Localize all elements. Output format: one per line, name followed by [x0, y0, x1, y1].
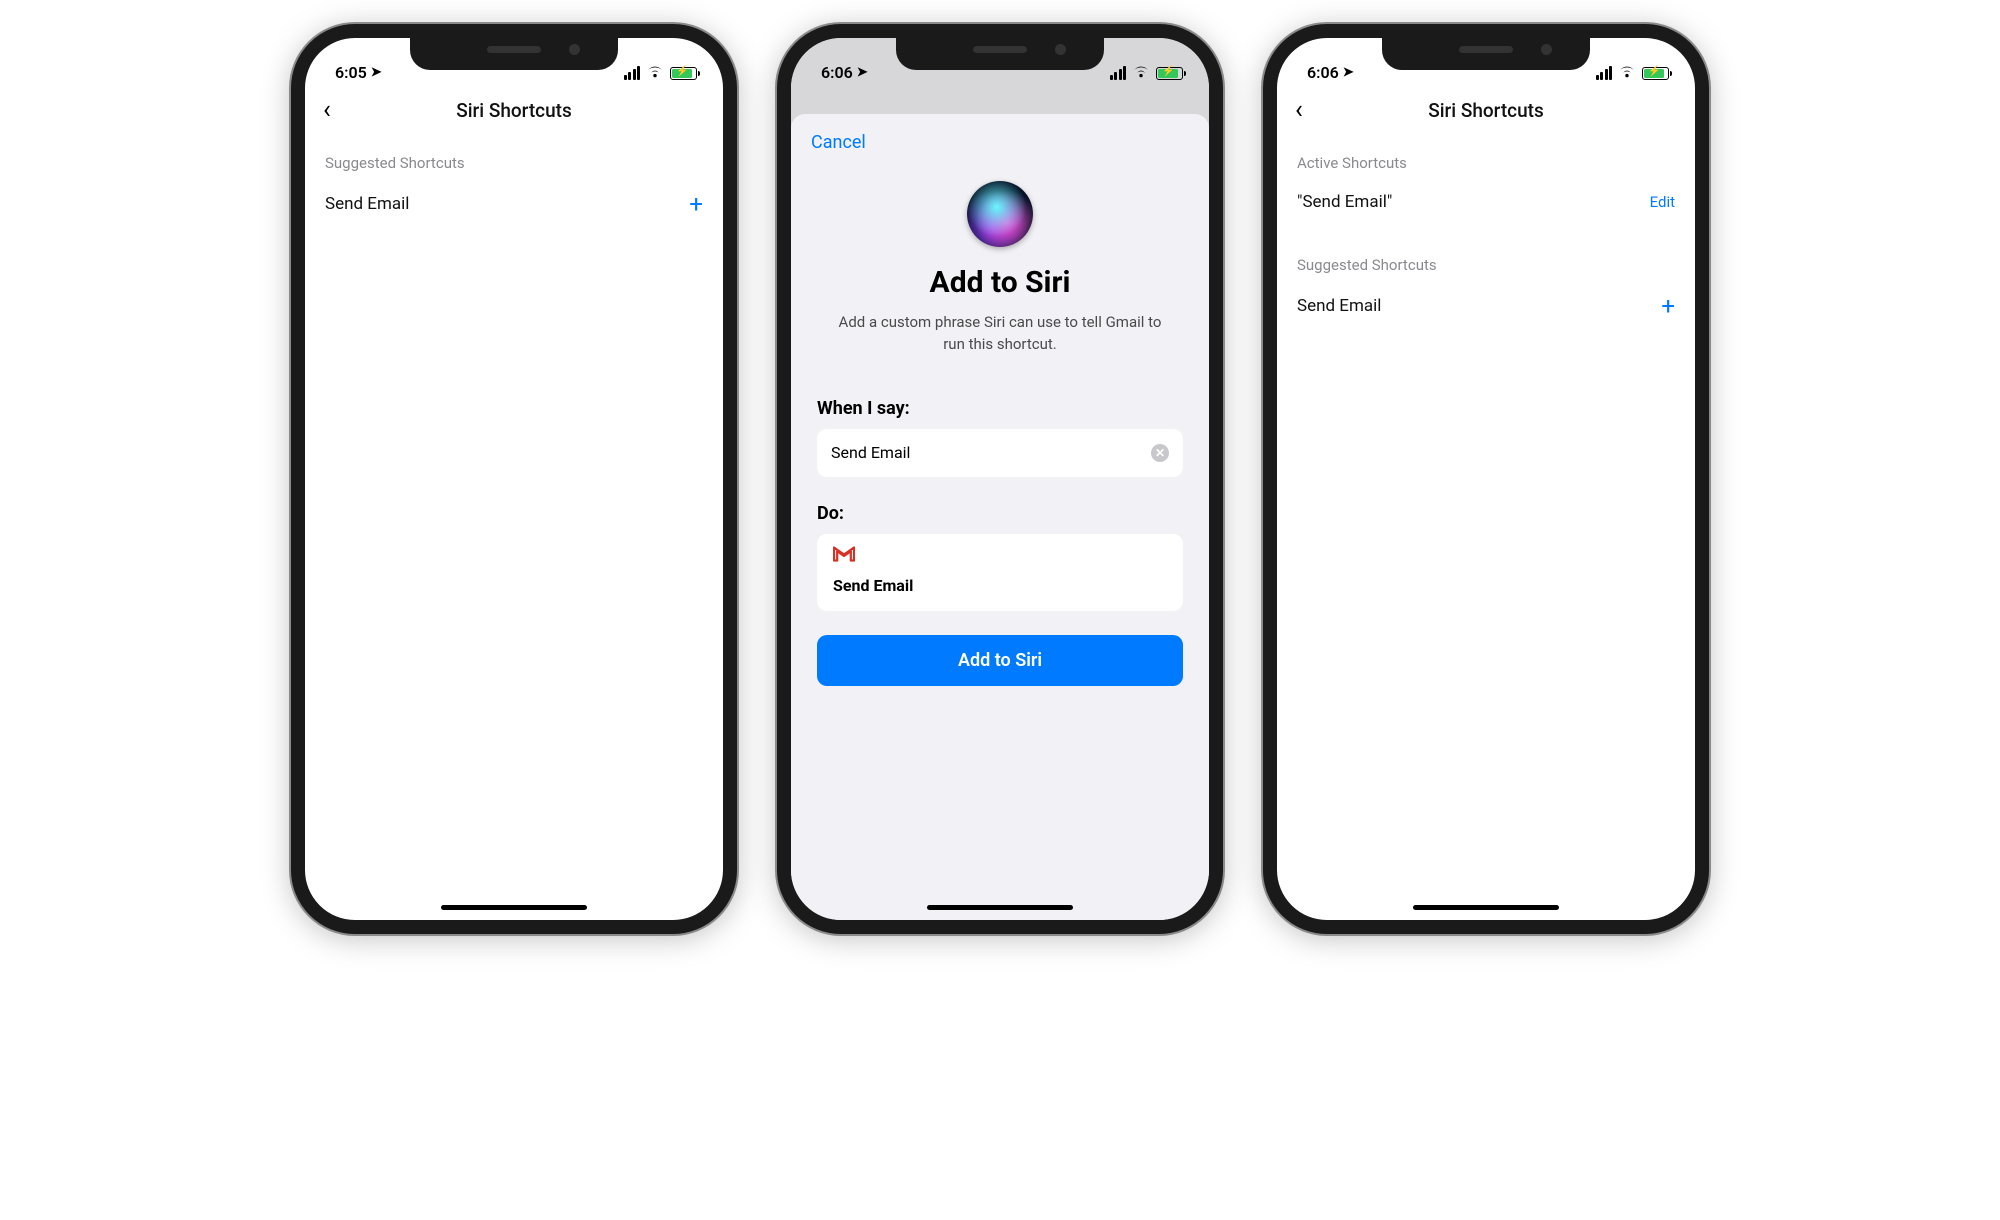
- wifi-icon: [1618, 64, 1636, 82]
- location-icon: ➤: [857, 65, 868, 80]
- add-shortcut-button[interactable]: +: [1661, 294, 1675, 318]
- sheet-title: Add to Siri: [791, 265, 1209, 300]
- section-header-active: Active Shortcuts: [1277, 136, 1695, 182]
- add-to-siri-button[interactable]: Add to Siri: [817, 635, 1183, 686]
- device-notch: [410, 36, 618, 70]
- gmail-icon: [833, 546, 855, 562]
- status-time: 6:05: [335, 63, 367, 82]
- home-indicator[interactable]: [441, 905, 587, 910]
- nav-bar: ‹ Siri Shortcuts: [305, 84, 723, 136]
- phrase-value: Send Email: [831, 443, 910, 462]
- battery-icon: [1156, 67, 1183, 80]
- page-title: Siri Shortcuts: [1428, 99, 1544, 122]
- cellular-icon: [1110, 66, 1127, 80]
- back-button[interactable]: ‹: [1295, 97, 1303, 123]
- back-button[interactable]: ‹: [323, 97, 331, 123]
- status-time: 6:06: [1307, 63, 1339, 82]
- do-label: Do:: [817, 503, 1183, 524]
- sheet-subtitle: Add a custom phrase Siri can use to tell…: [791, 312, 1209, 356]
- status-time: 6:06: [821, 63, 853, 82]
- battery-icon: [670, 67, 697, 80]
- shortcut-label: Send Email: [1297, 296, 1381, 316]
- when-i-say-label: When I say:: [817, 398, 1183, 419]
- location-icon: ➤: [371, 65, 382, 80]
- device-notch: [896, 36, 1104, 70]
- section-header-suggested: Suggested Shortcuts: [1277, 226, 1695, 284]
- add-to-siri-sheet: Cancel Add to Siri Add a custom phrase S…: [791, 114, 1209, 920]
- battery-icon: [1642, 67, 1669, 80]
- home-indicator[interactable]: [1413, 905, 1559, 910]
- shortcut-row[interactable]: Send Email +: [1277, 284, 1695, 332]
- phone-mockup: 6:06 ➤ ‹ Siri Shortcuts Active Shortcuts…: [1263, 24, 1709, 934]
- wifi-icon: [646, 64, 664, 82]
- page-title: Siri Shortcuts: [456, 99, 572, 122]
- wifi-icon: [1132, 64, 1150, 82]
- cellular-icon: [1596, 66, 1613, 80]
- action-card: Send Email: [817, 534, 1183, 611]
- clear-text-icon[interactable]: ✕: [1151, 444, 1169, 462]
- phone-mockup: 6:06 ➤ Cancel Add to Siri Add a custom p…: [777, 24, 1223, 934]
- device-notch: [1382, 36, 1590, 70]
- location-icon: ➤: [1343, 65, 1354, 80]
- action-label: Send Email: [833, 576, 1167, 595]
- phrase-input[interactable]: Send Email ✕: [817, 429, 1183, 477]
- cellular-icon: [624, 66, 641, 80]
- home-indicator[interactable]: [927, 905, 1073, 910]
- shortcut-row[interactable]: Send Email +: [305, 182, 723, 230]
- add-shortcut-button[interactable]: +: [689, 192, 703, 216]
- shortcut-label: Send Email: [325, 194, 409, 214]
- section-header-suggested: Suggested Shortcuts: [305, 136, 723, 182]
- active-shortcut-label: "Send Email": [1297, 192, 1392, 212]
- cancel-button[interactable]: Cancel: [791, 114, 1209, 157]
- phone-mockup: 6:05 ➤ ‹ Siri Shortcuts Suggested Shortc…: [291, 24, 737, 934]
- edit-shortcut-button[interactable]: Edit: [1650, 193, 1675, 211]
- active-shortcut-row[interactable]: "Send Email" Edit: [1277, 182, 1695, 226]
- siri-icon: [967, 181, 1033, 247]
- nav-bar: ‹ Siri Shortcuts: [1277, 84, 1695, 136]
